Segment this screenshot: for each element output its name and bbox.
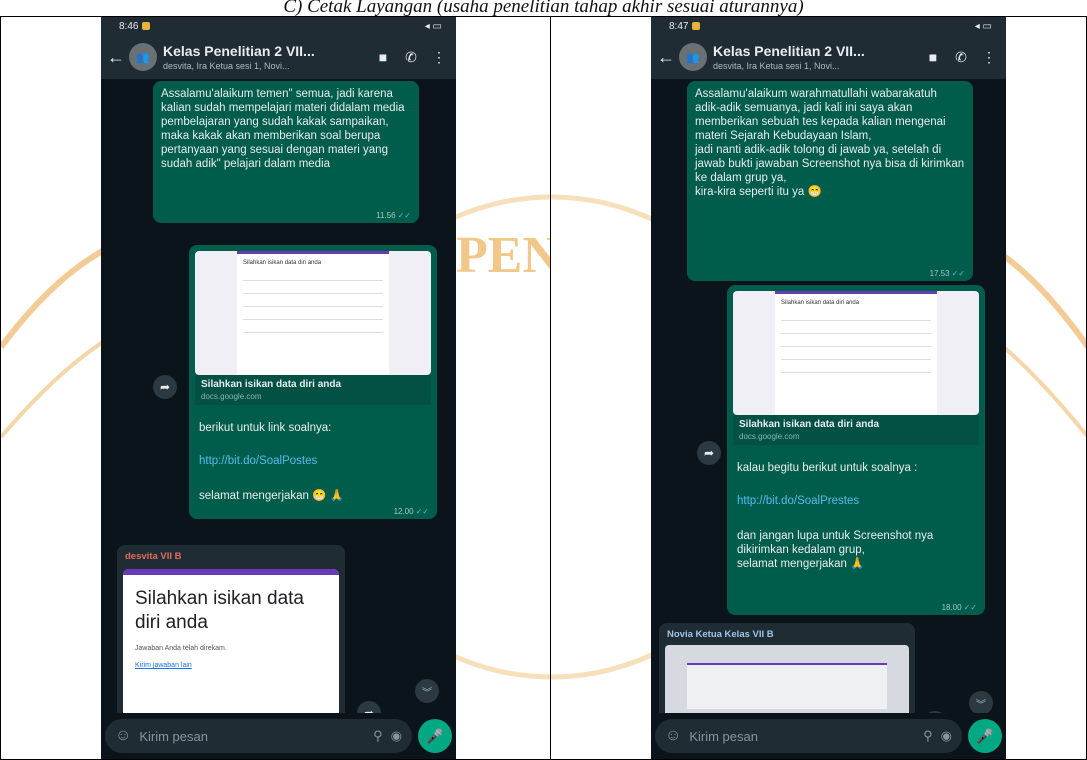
group-avatar[interactable]: 👥 (129, 43, 157, 71)
incoming-message-bubble[interactable]: desvita VII B Silahkan isikan data diri … (117, 545, 345, 713)
figure-caption: C) Cetak Layangan (usaha penelitian taha… (283, 0, 804, 16)
message-time: 12.00 ✓✓ (393, 507, 429, 516)
message-placeholder: Kirim pesan (139, 728, 208, 744)
scroll-down-icon[interactable]: ︾ (969, 691, 993, 713)
microphone-icon[interactable]: 🎤 (968, 719, 1002, 753)
message-composer: ☺ Kirim pesan ⚲ ◉ 🎤 (655, 719, 1002, 753)
notification-icon (142, 21, 151, 30)
incoming-message-bubble[interactable]: Novia Ketua Kelas VII B (659, 623, 915, 713)
right-screenshot-cell: 8:47 ◂ ▭ ← 👥 Kelas Penelitian 2 VII... d… (550, 16, 1087, 760)
status-time: 8:47 (669, 20, 689, 32)
message-bubble[interactable]: Assalamu'alaikum temen" semua, jadi kare… (153, 81, 419, 223)
attach-icon[interactable]: ⚲ (373, 728, 383, 744)
message-link[interactable]: http://bit.do/SoalPrestes (737, 495, 859, 507)
back-arrow-icon[interactable]: ← (657, 47, 675, 68)
more-options-icon[interactable]: ⋮ (978, 49, 1000, 66)
message-input[interactable]: ☺ Kirim pesan ⚲ ◉ (105, 719, 412, 753)
chat-header: ← 👥 Kelas Penelitian 2 VII... desvita, I… (651, 35, 1006, 79)
group-avatar[interactable]: 👥 (679, 43, 707, 71)
phone-right: 8:47 ◂ ▭ ← 👥 Kelas Penelitian 2 VII... d… (651, 17, 1006, 759)
sender-name: desvita VII B (125, 551, 182, 562)
forward-icon[interactable]: ➦ (357, 701, 381, 713)
video-call-icon[interactable]: ■ (922, 49, 944, 65)
left-screenshot-cell: PENDIDI 8:46 ◂ ▭ ← 👥 Kelas Penelitian 2 … (0, 16, 551, 760)
message-text: kalau begitu berikut untuk soalnya : (737, 462, 918, 474)
link-domain: docs.google.com (739, 432, 800, 441)
message-link[interactable]: http://bit.do/SoalPostes (199, 455, 317, 467)
chat-title: Kelas Penelitian 2 VII... (713, 43, 865, 59)
phone-call-icon[interactable]: ✆ (950, 49, 972, 66)
attach-icon[interactable]: ⚲ (923, 728, 933, 744)
message-composer: ☺ Kirim pesan ⚲ ◉ 🎤 (105, 719, 452, 753)
link-preview-info[interactable]: Silahkan isikan data diri anda docs.goog… (195, 375, 431, 405)
notification-icon (692, 21, 701, 30)
message-text: dan jangan lupa untuk Screenshot nya dik… (737, 530, 934, 570)
form-thumbnail-title: Silahkan isikan data diri anda (781, 300, 860, 306)
form-thumbnail-title: Silahkan isikan data diri anda (243, 260, 322, 266)
emoji-icon[interactable]: ☺ (665, 727, 681, 745)
watermark-text-left: PENDIDI (456, 227, 551, 284)
forward-icon[interactable]: ➦ (697, 441, 721, 465)
forward-icon[interactable]: ➦ (923, 711, 947, 713)
video-call-icon[interactable]: ■ (372, 49, 394, 65)
chat-participants: desvita, Ira Ketua sesi 1, Novi... (163, 61, 290, 71)
form-screenshot-image[interactable]: Silahkan isikan data diri anda Jawaban A… (123, 569, 339, 713)
form-thumbnail: Silahkan isikan data diri anda (237, 251, 389, 375)
link-message-bubble[interactable]: Silahkan isikan data diri anda Silahkan … (189, 245, 437, 519)
message-placeholder: Kirim pesan (689, 728, 758, 744)
message-text: Assalamu'alaikum warahmatullahi wabaraka… (695, 88, 965, 198)
status-bar: 8:46 ◂ ▭ (101, 17, 456, 35)
back-arrow-icon[interactable]: ← (107, 47, 125, 68)
message-text: selamat mengerjakan 😁 🙏 (199, 490, 344, 502)
form-link: Kirim jawaban lain (135, 662, 192, 669)
chat-title-box[interactable]: Kelas Penelitian 2 VII... desvita, Ira K… (163, 43, 366, 71)
message-text: berikut untuk link soalnya: (199, 422, 332, 434)
chat-title-box[interactable]: Kelas Penelitian 2 VII... desvita, Ira K… (713, 43, 916, 71)
link-preview-image[interactable]: Silahkan isikan data diri anda (195, 251, 431, 375)
phone-call-icon[interactable]: ✆ (400, 49, 422, 66)
message-input[interactable]: ☺ Kirim pesan ⚲ ◉ (655, 719, 962, 753)
status-time: 8:46 (119, 20, 139, 32)
form-note: Jawaban Anda telah direkam. (135, 645, 227, 652)
message-time: 11.56 ✓✓ (376, 211, 411, 220)
message-bubble[interactable]: Assalamu'alaikum warahmatullahi wabaraka… (687, 81, 973, 281)
phone-left: 8:46 ◂ ▭ ← 👥 Kelas Penelitian 2 VII... d… (101, 17, 456, 759)
battery-signal-icon: ◂ ▭ (974, 20, 992, 32)
form-thumbnail: Silahkan isikan data diri anda (775, 291, 937, 415)
microphone-icon[interactable]: 🎤 (418, 719, 452, 753)
chat-title: Kelas Penelitian 2 VII... (163, 43, 315, 59)
more-options-icon[interactable]: ⋮ (428, 49, 450, 66)
link-domain: docs.google.com (201, 392, 262, 401)
forward-icon[interactable]: ➦ (153, 375, 177, 399)
link-preview-image[interactable]: Silahkan isikan data diri anda (733, 291, 979, 415)
chat-header: ← 👥 Kelas Penelitian 2 VII... desvita, I… (101, 35, 456, 79)
form-title: Silahkan isikan data diri anda (135, 588, 304, 633)
message-time: 18.00 ✓✓ (941, 603, 977, 612)
battery-signal-icon: ◂ ▭ (424, 20, 442, 32)
sender-name: Novia Ketua Kelas VII B (667, 629, 774, 640)
link-title: Silahkan isikan data diri anda (739, 419, 880, 430)
camera-icon[interactable]: ◉ (391, 728, 402, 744)
emoji-icon[interactable]: ☺ (115, 727, 131, 745)
message-time: 17.53 ✓✓ (929, 269, 965, 278)
link-title: Silahkan isikan data diri anda (201, 379, 342, 390)
message-text: Assalamu'alaikum temen" semua, jadi kare… (161, 88, 405, 170)
chat-area[interactable]: Assalamu'alaikum temen" semua, jadi kare… (101, 79, 456, 713)
link-message-bubble[interactable]: Silahkan isikan data diri anda Silahkan … (727, 285, 985, 615)
chat-area[interactable]: Assalamu'alaikum warahmatullahi wabaraka… (651, 79, 1006, 713)
chat-participants: desvita, Ira Ketua sesi 1, Novi... (713, 61, 840, 71)
camera-icon[interactable]: ◉ (941, 728, 952, 744)
scroll-down-icon[interactable]: ︾ (415, 679, 439, 703)
link-preview-info[interactable]: Silahkan isikan data diri anda docs.goog… (733, 415, 979, 445)
screenshot-image[interactable] (665, 645, 909, 713)
status-bar: 8:47 ◂ ▭ (651, 17, 1006, 35)
